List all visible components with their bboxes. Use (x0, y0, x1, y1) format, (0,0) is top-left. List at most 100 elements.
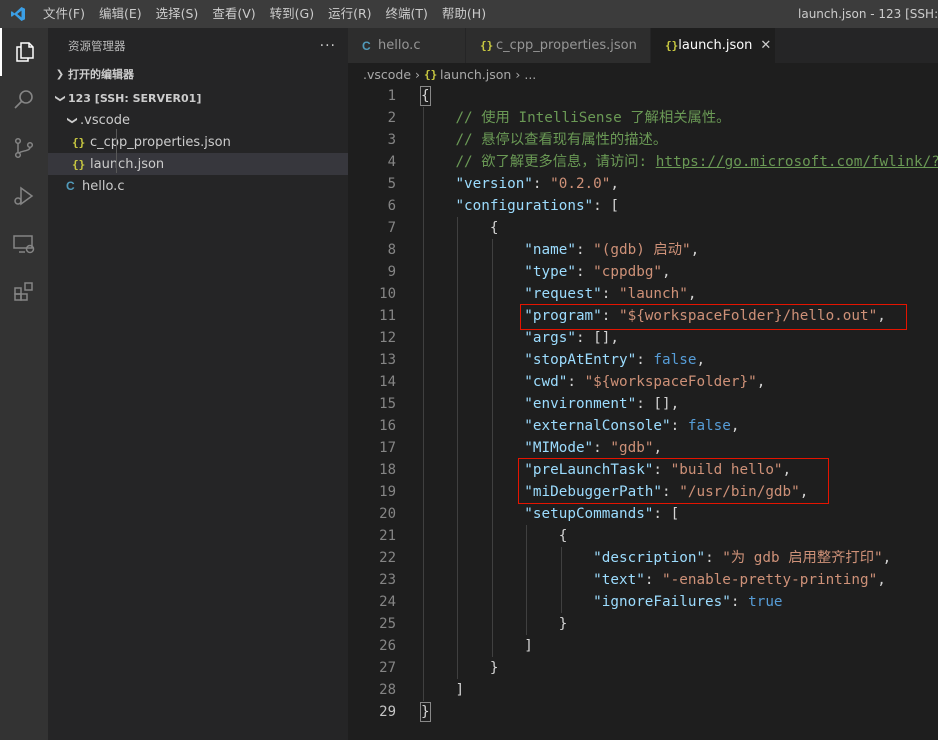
workspace-label: 123 [SSH: SERVER01] (68, 91, 202, 105)
bracket-match (420, 702, 431, 722)
breadcrumb-file[interactable]: launch.json (440, 67, 511, 82)
code-line[interactable]: 24 "ignoreFailures": true (348, 591, 938, 613)
remote-explorer-icon[interactable] (0, 220, 48, 268)
open-editors-label: 打开的编辑器 (68, 68, 134, 81)
more-actions-icon[interactable]: ··· (320, 38, 336, 54)
code-line[interactable]: 28 ] (348, 679, 938, 701)
code-text: } (558, 616, 568, 632)
menu-item[interactable]: 选择(S) (149, 0, 206, 28)
code-line[interactable]: 26 ] (348, 635, 938, 657)
line-number: 19 (379, 484, 396, 500)
line-number: 27 (379, 660, 396, 676)
line-number: 20 (379, 506, 396, 522)
code-line[interactable]: 23 "text": "-enable-pretty-printing", (348, 569, 938, 591)
code-line[interactable]: 13 "stopAtEntry": false, (348, 349, 938, 371)
line-number: 29 (379, 704, 396, 720)
code-line[interactable]: 29} (348, 701, 938, 723)
tab-hello-c[interactable]: C hello.c (348, 28, 466, 63)
tab-label: c_cpp_properties.json (496, 38, 637, 53)
tree-indent-guide (116, 129, 117, 173)
tab-c-cpp-properties[interactable]: {} c_cpp_properties.json (466, 28, 651, 63)
json-file-icon: {} (72, 135, 86, 149)
sidebar-header: 资源管理器 ··· (48, 28, 348, 63)
json-file-icon: {} (72, 157, 86, 171)
code-line[interactable]: 16 "externalConsole": false, (348, 415, 938, 437)
code-line[interactable]: 20 "setupCommands": [ (348, 503, 938, 525)
menu-bar: 文件(F) 编辑(E) 选择(S) 查看(V) 转到(G) 运行(R) 终端(T) 帮助(H) (36, 0, 493, 28)
workspace-section[interactable]: ❯ 123 [SSH: SERVER01] (48, 87, 348, 109)
file-c-cpp-properties[interactable]: {} c_cpp_properties.json (48, 131, 348, 153)
close-icon[interactable]: ✕ (760, 38, 771, 53)
code-editor[interactable]: 1{2 // 使用 IntelliSense 了解相关属性。 3 // 悬停以查看… (348, 85, 938, 740)
tab-launch-json[interactable]: {} launch.json ✕ (651, 28, 776, 63)
menu-item[interactable]: 终端(T) (379, 0, 435, 28)
menu-item[interactable]: 转到(G) (263, 0, 321, 28)
code-line[interactable]: 8 "name": "(gdb) 启动", (348, 239, 938, 261)
folder-vscode[interactable]: ❯ .vscode (48, 109, 348, 131)
line-number: 13 (379, 352, 396, 368)
code-line[interactable]: 6 "configurations": [ (348, 195, 938, 217)
code-line[interactable]: 7 { (348, 217, 938, 239)
code-line[interactable]: 9 "type": "cppdbg", (348, 261, 938, 283)
indent-guide (560, 547, 562, 613)
line-number: 22 (379, 550, 396, 566)
menu-item[interactable]: 查看(V) (205, 0, 262, 28)
code-text: // 使用 IntelliSense 了解相关属性。 (455, 110, 731, 126)
menu-item[interactable]: 文件(F) (36, 0, 92, 28)
source-control-icon[interactable] (0, 124, 48, 172)
code-text: { (558, 528, 568, 544)
code-line[interactable]: 4 // 欲了解更多信息，请访问: https://go.microsoft.c… (348, 151, 938, 173)
menu-item[interactable]: 帮助(H) (435, 0, 493, 28)
json-file-icon: {} (424, 67, 438, 81)
extensions-icon[interactable] (0, 268, 48, 316)
menu-item[interactable]: 运行(R) (321, 0, 378, 28)
line-number: 16 (379, 418, 396, 434)
json-file-icon: {} (665, 39, 679, 52)
window-title: launch.json - 123 [SSH: (798, 7, 938, 21)
breadcrumb-folder[interactable]: .vscode (363, 67, 411, 82)
indent-guide (457, 217, 459, 679)
chevron-right-icon: ❯ (55, 68, 65, 80)
tab-label: launch.json (678, 38, 753, 53)
line-number: 18 (379, 462, 396, 478)
code-line[interactable]: 22 "description": "为 gdb 启用整齐打印", (348, 547, 938, 569)
c-file-icon: C (362, 38, 371, 53)
code-line[interactable]: 5 "version": "0.2.0", (348, 173, 938, 195)
run-debug-icon[interactable] (0, 172, 48, 220)
code-line[interactable]: 14 "cwd": "${workspaceFolder}", (348, 371, 938, 393)
code-line[interactable]: 25 } (348, 613, 938, 635)
line-number: 23 (379, 572, 396, 588)
explorer-sidebar: 资源管理器 ··· ❯ 打开的编辑器 ❯ 123 [SSH: SERVER01]… (48, 28, 348, 740)
code-line[interactable]: 12 "args": [], (348, 327, 938, 349)
vscode-logo-icon (0, 0, 36, 28)
line-number: 11 (379, 308, 396, 324)
code-line[interactable]: 1{ (348, 85, 938, 107)
line-number: 6 (387, 198, 396, 214)
file-launch[interactable]: {} launch.json (48, 153, 348, 175)
code-text: "configurations": [ (455, 198, 619, 214)
line-number: 21 (379, 528, 396, 544)
code-line[interactable]: 21 { (348, 525, 938, 547)
line-number: 26 (379, 638, 396, 654)
code-line[interactable]: 2 // 使用 IntelliSense 了解相关属性。 (348, 107, 938, 129)
code-text: ] (455, 682, 465, 698)
code-line[interactable]: 3 // 悬停以查看现有属性的描述。 (348, 129, 938, 151)
open-editors-section[interactable]: ❯ 打开的编辑器 (48, 63, 348, 85)
code-line[interactable]: 27 } (348, 657, 938, 679)
code-text: } (489, 660, 499, 676)
line-number: 25 (379, 616, 396, 632)
code-text: "stopAtEntry": false, (524, 352, 706, 368)
breadcrumb-symbol[interactable]: ... (524, 67, 536, 82)
code-line[interactable]: 10 "request": "launch", (348, 283, 938, 305)
line-number: 3 (387, 132, 396, 148)
menu-item[interactable]: 编辑(E) (92, 0, 149, 28)
code-text: "version": "0.2.0", (455, 176, 619, 192)
explorer-icon[interactable] (0, 28, 48, 76)
code-line[interactable]: 15 "environment": [], (348, 393, 938, 415)
file-hello-c[interactable]: C hello.c (48, 175, 348, 197)
line-number: 14 (379, 374, 396, 390)
code-text: "externalConsole": false, (524, 418, 740, 434)
code-line[interactable]: 17 "MIMode": "gdb", (348, 437, 938, 459)
line-number: 15 (379, 396, 396, 412)
search-icon[interactable] (0, 76, 48, 124)
